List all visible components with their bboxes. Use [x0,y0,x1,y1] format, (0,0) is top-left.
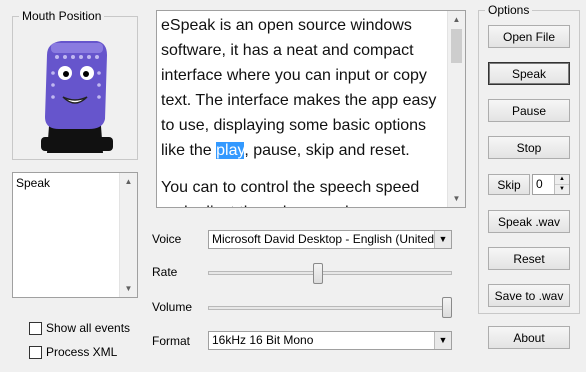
format-select-value: 16kHz 16 Bit Mono [212,333,314,347]
rate-slider-track[interactable] [208,271,452,275]
process-xml-checkbox[interactable] [29,346,42,359]
highlighted-word: play [216,142,245,159]
chevron-down-icon[interactable]: ▼ [434,332,451,349]
speech-text-after: , pause, skip and reset. [244,142,410,159]
about-button[interactable]: About [488,326,570,349]
scroll-down-icon[interactable]: ▼ [120,280,137,297]
mouth-position-group: Mouth Position [12,9,138,160]
skip-spinner[interactable]: ▲ ▼ [554,175,569,194]
mouth-position-title: Mouth Position [19,9,105,23]
process-xml-label[interactable]: Process XML [46,345,117,359]
speech-paragraph-2: You can to control the speech speed and … [161,179,420,207]
speech-text-scrollbar[interactable]: ▲ ▼ [447,11,465,207]
show-all-events-label[interactable]: Show all events [46,321,130,335]
volume-slider-thumb[interactable] [442,297,452,318]
speech-text-editor[interactable]: eSpeak is an open source windows softwar… [156,10,466,208]
options-title: Options [485,3,533,17]
spin-down-icon[interactable]: ▼ [555,185,569,194]
scroll-up-icon[interactable]: ▲ [448,11,465,28]
scroll-up-icon[interactable]: ▲ [120,173,137,190]
event-log-scrollbar[interactable]: ▲ ▼ [119,173,137,297]
event-log-textarea[interactable]: Speak ▲ ▼ [12,172,138,298]
volume-label: Volume [152,300,193,314]
chevron-down-icon[interactable]: ▼ [434,231,451,248]
open-file-button[interactable]: Open File [488,25,570,48]
rate-label: Rate [152,265,178,279]
speak-wav-button[interactable]: Speak .wav [488,210,570,233]
scrollbar-thumb[interactable] [451,29,462,63]
scroll-down-icon[interactable]: ▼ [448,190,465,207]
format-label: Format [152,334,191,348]
stop-button[interactable]: Stop [488,136,570,159]
speak-button[interactable]: Speak [488,62,570,85]
speech-text-before: eSpeak is an open source windows softwar… [161,17,437,159]
skip-button[interactable]: Skip [488,174,530,195]
voice-select[interactable]: Microsoft David Desktop - English (Unite… [208,230,452,249]
save-to-wav-button[interactable]: Save to .wav [488,284,570,307]
skip-count-value: 0 [536,177,543,191]
reset-button[interactable]: Reset [488,247,570,270]
show-all-events-checkbox[interactable] [29,322,42,335]
voice-label: Voice [152,232,182,246]
rate-slider-thumb[interactable] [313,263,324,284]
format-select[interactable]: 16kHz 16 Bit Mono ▼ [208,331,452,350]
robot-face-icon [41,41,113,153]
voice-select-value: Microsoft David Desktop - English (Unite… [212,232,449,246]
skip-count-field[interactable]: 0 ▲ ▼ [532,174,570,195]
spin-up-icon[interactable]: ▲ [555,175,569,185]
volume-slider-track[interactable] [208,306,452,310]
speech-paragraph-1: eSpeak is an open source windows softwar… [161,13,445,163]
speech-text-content[interactable]: eSpeak is an open source windows softwar… [157,11,465,207]
pause-button[interactable]: Pause [488,99,570,122]
